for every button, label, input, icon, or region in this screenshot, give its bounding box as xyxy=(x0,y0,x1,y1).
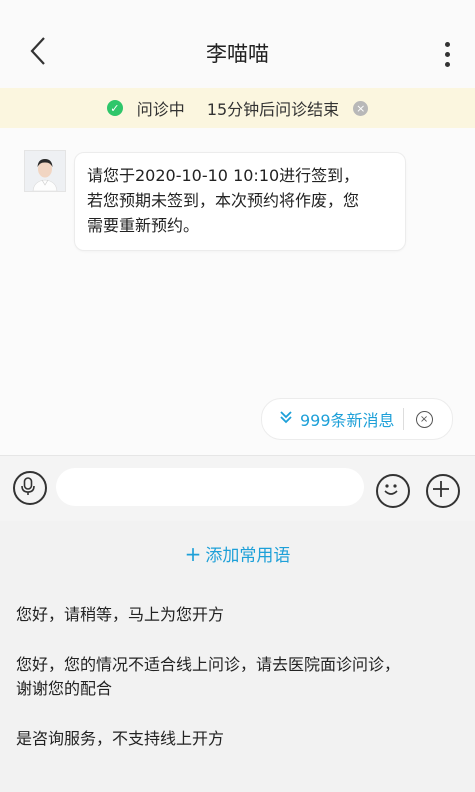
phrase-item[interactable]: 是咨询服务，不支持线上开方 xyxy=(16,727,461,751)
add-phrase-button[interactable]: + 添加常用语 xyxy=(0,541,475,566)
more-icon xyxy=(439,42,455,67)
consultation-status-bar: ✓ 问诊中 15分钟后问诊结束 × xyxy=(0,88,475,128)
new-messages-label: 999条新消息 xyxy=(300,411,395,430)
doctor-avatar-image xyxy=(25,151,65,191)
countdown-text: 15分钟后问诊结束 xyxy=(206,100,340,119)
input-bar xyxy=(0,455,475,522)
divider xyxy=(402,408,404,430)
phrase-item[interactable]: 您好，请稍等，马上为您开方 xyxy=(16,603,461,627)
voice-button[interactable] xyxy=(13,471,47,505)
top-bar: 李喵喵 xyxy=(0,0,475,88)
common-phrases-panel: + 添加常用语 您好，请稍等，马上为您开方 您好，您的情况不适合线上问诊，请去医院… xyxy=(0,521,475,792)
mic-icon xyxy=(21,477,35,495)
status-label: 问诊中 xyxy=(136,100,185,119)
avatar[interactable] xyxy=(24,150,66,192)
more-button[interactable] xyxy=(439,42,455,70)
phrase-item-continued[interactable]: 谢谢您的配合 xyxy=(16,677,461,701)
phrase-item[interactable]: 您好，您的情况不适合线上问诊，请去医院面诊问诊， xyxy=(16,653,461,677)
message-line: 需要重新预约。 xyxy=(87,216,200,235)
message-line: 请您于2020-10-10 10:10进行签到， xyxy=(87,166,360,185)
message-line: 若您预期未签到，本次预约将作废，您 xyxy=(87,191,360,210)
chat-area[interactable]: 请您于2020-10-10 10:10进行签到， 若您预期未签到，本次预约将作废… xyxy=(0,128,475,455)
new-messages-button[interactable]: 999条新消息 × xyxy=(261,398,453,440)
page-title: 李喵喵 xyxy=(206,42,269,66)
plus-icon xyxy=(433,481,449,497)
more-actions-button[interactable] xyxy=(426,474,460,508)
close-icon[interactable]: × xyxy=(353,100,369,116)
close-icon[interactable]: × xyxy=(415,410,433,428)
message-bubble: 请您于2020-10-10 10:10进行签到， 若您预期未签到，本次预约将作废… xyxy=(74,152,406,251)
emoji-button[interactable] xyxy=(376,474,410,508)
check-icon: ✓ xyxy=(106,100,123,116)
emoji-icon xyxy=(384,484,398,495)
double-chevron-down-icon xyxy=(280,410,292,428)
add-phrase-label: 添加常用语 xyxy=(205,546,291,566)
message-input[interactable] xyxy=(56,468,364,506)
plus-icon: + xyxy=(184,542,202,566)
